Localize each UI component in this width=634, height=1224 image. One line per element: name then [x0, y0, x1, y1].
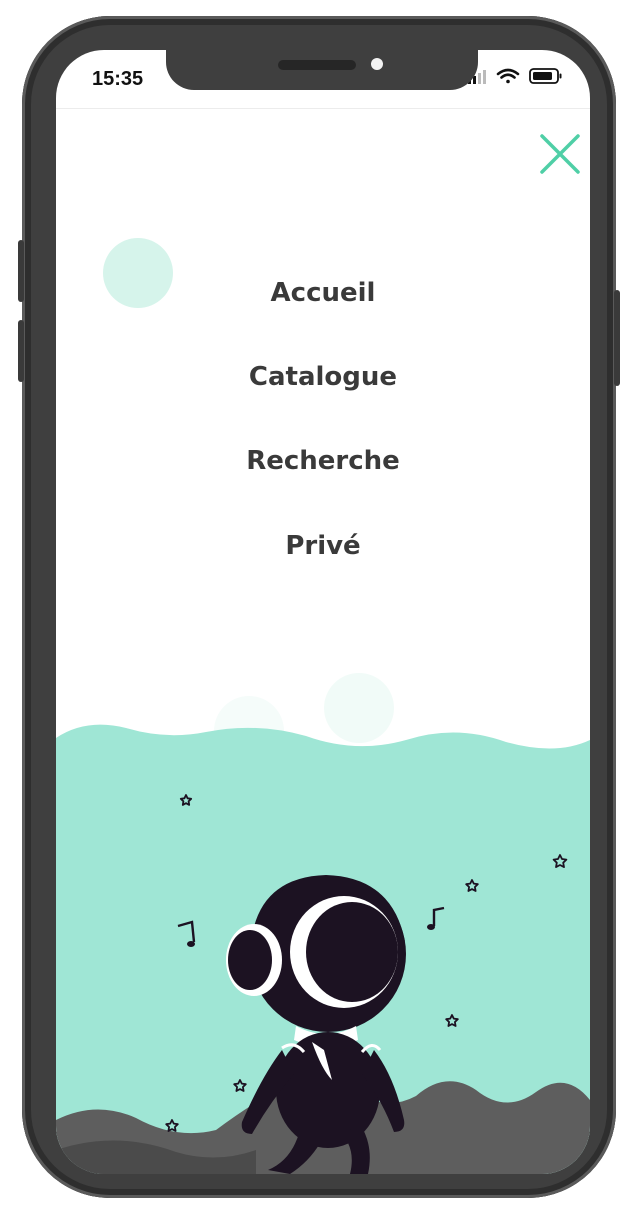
speaker-grille	[278, 60, 356, 70]
menu-item-accueil[interactable]: Accueil	[56, 278, 590, 308]
menu-item-catalogue[interactable]: Catalogue	[56, 362, 590, 392]
phone-side-button	[18, 320, 24, 382]
astronaut-illustration	[56, 720, 590, 1174]
menu-item-prive[interactable]: Privé	[56, 531, 590, 561]
phone-side-button	[614, 290, 620, 386]
phone-side-button	[18, 240, 24, 302]
phone-screen: 15:35 Accueil Catalogue Recherche Privé	[56, 50, 590, 1174]
status-icons	[468, 66, 568, 86]
phone-notch	[166, 50, 478, 90]
front-camera	[371, 58, 383, 70]
close-icon	[540, 134, 580, 174]
wifi-icon	[496, 68, 520, 84]
battery-icon	[529, 68, 562, 84]
close-button[interactable]	[538, 132, 582, 176]
mockup-stage: 15:35 Accueil Catalogue Recherche Privé	[0, 0, 634, 1224]
status-time: 15:35	[92, 68, 144, 90]
menu-item-recherche[interactable]: Recherche	[56, 446, 590, 476]
